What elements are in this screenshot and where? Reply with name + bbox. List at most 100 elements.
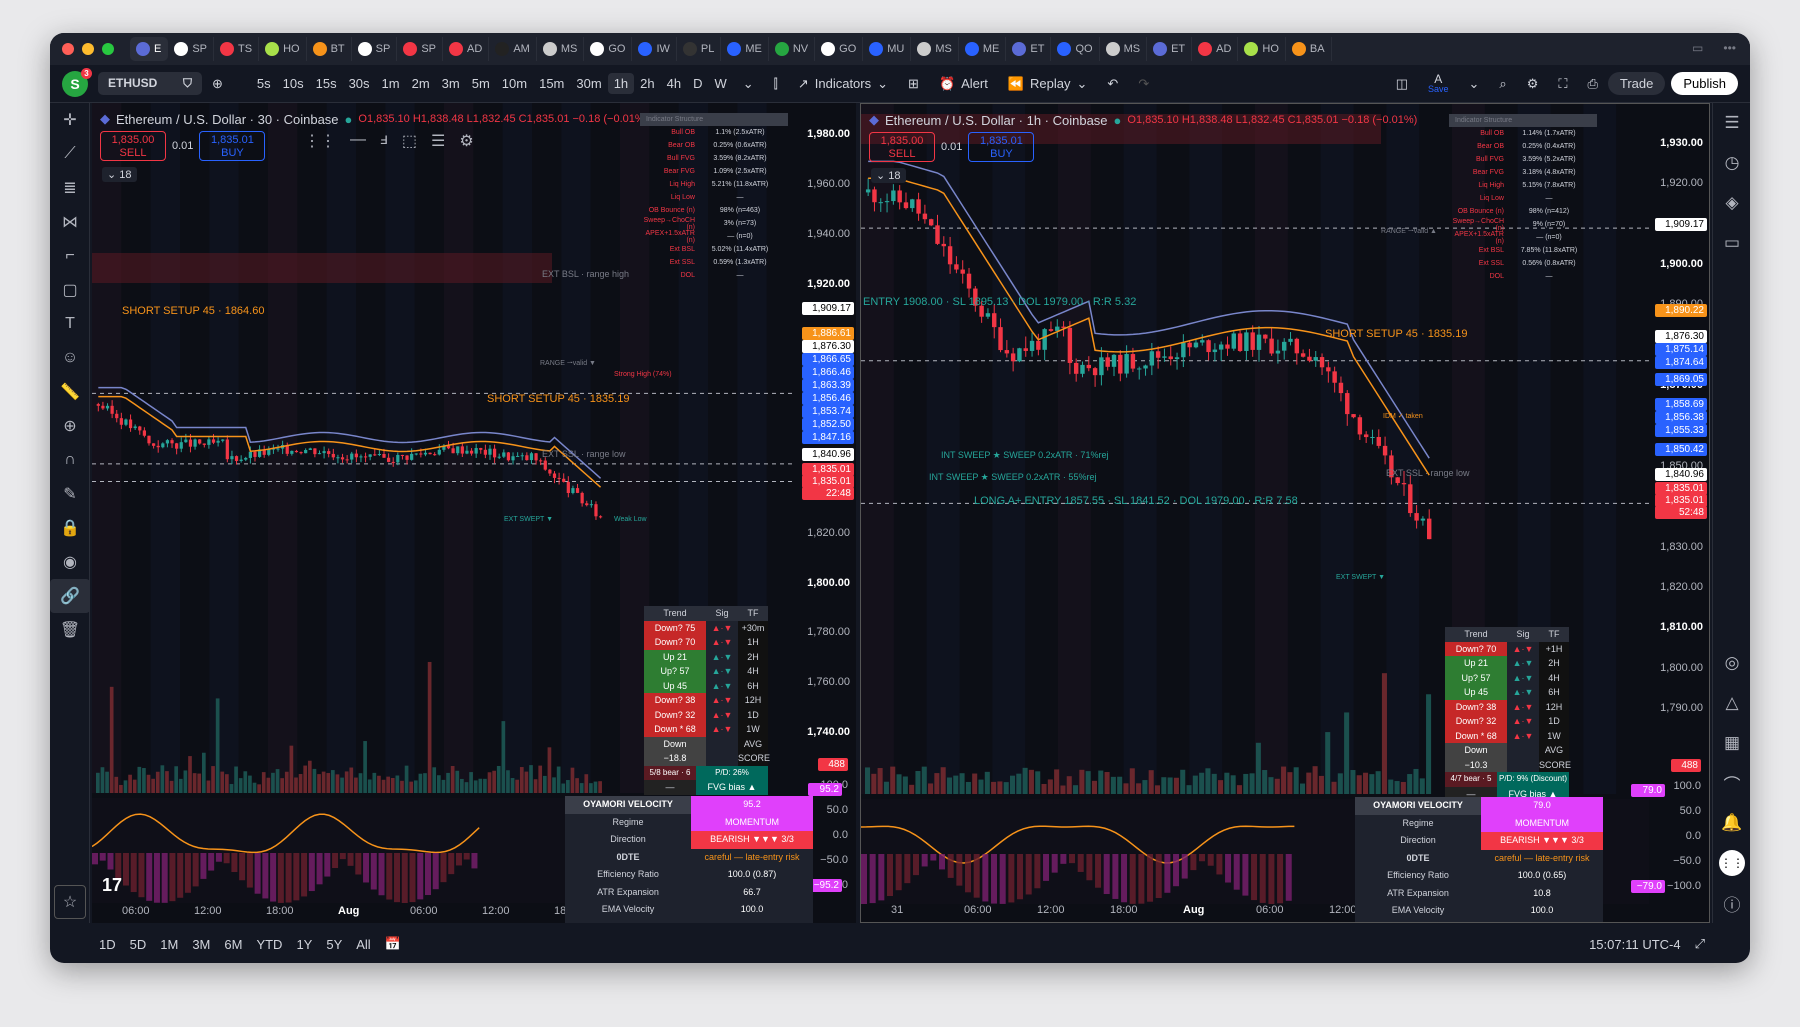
chevron-down-icon[interactable]: ⌄ — [1459, 76, 1490, 92]
maximize-window-button[interactable] — [102, 43, 114, 55]
timeframe-1h[interactable]: 1h — [607, 73, 635, 94]
bell-icon[interactable]: 🔔 — [1713, 803, 1750, 843]
zoom-in-icon[interactable]: ⊕ — [50, 409, 90, 443]
alerts-clock-icon[interactable]: ◷ — [1713, 143, 1750, 183]
quick-search-icon[interactable]: ⌕ — [1489, 76, 1516, 92]
pattern-icon[interactable]: ⋈ — [50, 205, 90, 239]
text-icon[interactable]: T — [50, 307, 90, 341]
rect-tool-icon[interactable]: ⬚ — [402, 131, 417, 151]
fullscreen-icon[interactable]: ⛶ — [1548, 76, 1577, 92]
chart-annotation[interactable]: IDM ✓ taken — [1383, 412, 1423, 420]
browser-tab[interactable]: SP — [397, 37, 444, 61]
timeframe-30m[interactable]: 30m — [570, 73, 607, 94]
help-icon[interactable]: ⓘ — [1713, 883, 1750, 923]
alert-button[interactable]: ⏰ Alert — [929, 76, 998, 92]
add-symbol-icon[interactable]: ⊕ — [202, 76, 233, 92]
emoji-icon[interactable]: ☺ — [50, 341, 90, 375]
timeframe-10s[interactable]: 10s — [277, 73, 310, 94]
close-window-button[interactable] — [62, 43, 74, 55]
browser-tab[interactable]: AD — [1192, 37, 1239, 61]
browser-tab[interactable]: QO — [1051, 37, 1100, 61]
chart-annotation[interactable]: INT SWEEP ★ SWEEP 0.2xATR · 71%rej — [941, 450, 1108, 461]
browser-tab[interactable]: MS — [537, 37, 585, 61]
more-icon[interactable]: ••• — [1723, 41, 1736, 55]
target-icon[interactable]: ◎ — [1713, 643, 1750, 683]
sell-button[interactable]: 1,835.00 SELL — [869, 132, 935, 162]
ruler-icon[interactable]: 📏 — [50, 375, 90, 409]
browser-tab[interactable]: ET — [1006, 37, 1052, 61]
star-icon[interactable]: ☆ — [54, 885, 86, 919]
watchlist-icon[interactable]: ☰ — [1713, 103, 1750, 143]
publish-button[interactable]: Publish — [1671, 72, 1738, 95]
chart-annotation[interactable]: LONG A+ ENTRY 1857.55 · SL 1841.52 · DOL… — [974, 495, 1298, 507]
fib-icon[interactable]: ≣ — [50, 171, 90, 205]
browser-tab[interactable]: MU — [863, 37, 912, 61]
settings-wave-icon[interactable]: ⚙ — [459, 131, 473, 151]
chart-annotation[interactable]: EXT SWEPT ▼ — [504, 516, 553, 523]
layers-icon[interactable]: ◈ — [1713, 183, 1750, 223]
indicators-button[interactable]: ↗ Indicators ⌄ — [788, 76, 898, 92]
browser-tab[interactable]: HO — [1238, 37, 1286, 61]
range-6M[interactable]: 6M — [217, 937, 249, 952]
range-1M[interactable]: 1M — [153, 937, 185, 952]
pencil-lock-icon[interactable]: ✎ — [50, 477, 90, 511]
browser-tab[interactable]: GO — [815, 37, 864, 61]
chart-annotation[interactable]: RANGE ⇀valid ▲ — [1381, 227, 1437, 235]
buy-button[interactable]: 1,835.01 BUY — [199, 131, 266, 161]
range-5Y[interactable]: 5Y — [319, 937, 349, 952]
chart-type-icon[interactable]: ⫿ — [764, 76, 788, 92]
timeframe-4h[interactable]: 4h — [661, 73, 687, 94]
eye-icon[interactable]: ◉ — [50, 545, 90, 579]
browser-tab[interactable]: ME — [721, 37, 769, 61]
signal-icon[interactable]: ⌒ — [1713, 763, 1750, 803]
redo-icon[interactable]: ↷ — [1128, 76, 1159, 92]
chevron-down-icon[interactable]: ⌄ — [733, 76, 764, 92]
timeframe-3m[interactable]: 3m — [436, 73, 466, 94]
range-1D[interactable]: 1D — [92, 937, 123, 952]
gear-icon[interactable]: ⚙ — [1517, 76, 1549, 92]
range-1Y[interactable]: 1Y — [289, 937, 319, 952]
chart-annotation[interactable]: EXT SSL · range low — [542, 449, 626, 459]
chart-annotation[interactable]: EXT SSL · range low — [1386, 468, 1470, 478]
link-icon[interactable]: 🔗 — [50, 579, 90, 613]
replay-button[interactable]: ⏪ Replay ⌄ — [998, 76, 1098, 92]
browser-tab[interactable]: BT — [307, 37, 352, 61]
browser-tab[interactable]: AM — [489, 37, 537, 61]
chart-pane-30m[interactable]: ◆ Ethereum / U.S. Dollar · 30 · Coinbase ●… — [92, 103, 856, 923]
undo-icon[interactable]: ↶ — [1097, 76, 1128, 92]
timeframe-15s[interactable]: 15s — [310, 73, 343, 94]
calendar-icon[interactable]: ▦ — [1713, 723, 1750, 763]
apps-grid-icon[interactable]: ⋮⋮ — [1713, 843, 1750, 883]
expand-icon[interactable]: ⤢ — [1688, 936, 1712, 952]
camera-icon[interactable]: ⎙ — [1577, 76, 1607, 92]
timeframe-5m[interactable]: 5m — [466, 73, 496, 94]
browser-tab[interactable]: IW — [632, 37, 677, 61]
timeframe-10m[interactable]: 10m — [496, 73, 533, 94]
trash-icon[interactable]: 🗑 — [50, 613, 90, 647]
timeframe-5s[interactable]: 5s — [251, 73, 277, 94]
layout-split-icon[interactable]: ◫ — [1386, 76, 1418, 92]
browser-tab[interactable]: HO — [259, 37, 307, 61]
browser-tab[interactable]: MS — [1100, 37, 1148, 61]
browser-tab[interactable]: NV — [769, 37, 816, 61]
chart-annotation[interactable]: SHORT SETUP 45 · 1835.19 — [487, 393, 629, 405]
templates-icon[interactable]: ⊞ — [898, 76, 929, 92]
fork-icon[interactable]: ⅎ — [380, 131, 388, 151]
chart-annotation[interactable]: SHORT SETUP 45 · 1864.60 — [122, 305, 264, 317]
chart-annotation[interactable]: INT SWEEP ★ SWEEP 0.2xATR · 55%rej — [929, 472, 1096, 483]
trend-line-icon[interactable]: ⟋ — [50, 137, 90, 171]
drag-handle-icon[interactable]: ⋮⋮ — [304, 131, 336, 151]
browser-tab[interactable]: TS — [214, 37, 260, 61]
range-3M[interactable]: 3M — [185, 937, 217, 952]
magnet-icon[interactable]: ∩ — [50, 443, 90, 477]
chart-annotation[interactable]: SHORT SETUP 45 · 1835.19 — [1325, 328, 1467, 340]
browser-tab[interactable]: GO — [584, 37, 633, 61]
browser-tab[interactable]: SP — [168, 37, 215, 61]
chart-title-bar[interactable]: ◆ Ethereum / U.S. Dollar · 30 · Coinbase ●… — [100, 111, 648, 127]
ideas-icon[interactable]: △ — [1713, 683, 1750, 723]
timeframe-2h[interactable]: 2h — [634, 73, 660, 94]
line-tool-icon[interactable]: — — [350, 131, 366, 151]
indicator-collapse-toggle[interactable]: ⌄ 18 — [871, 168, 906, 183]
avatar[interactable]: S 3 — [62, 67, 92, 97]
chart-symbol-title[interactable]: Ethereum / U.S. Dollar · 30 · Coinbase — [116, 112, 339, 127]
